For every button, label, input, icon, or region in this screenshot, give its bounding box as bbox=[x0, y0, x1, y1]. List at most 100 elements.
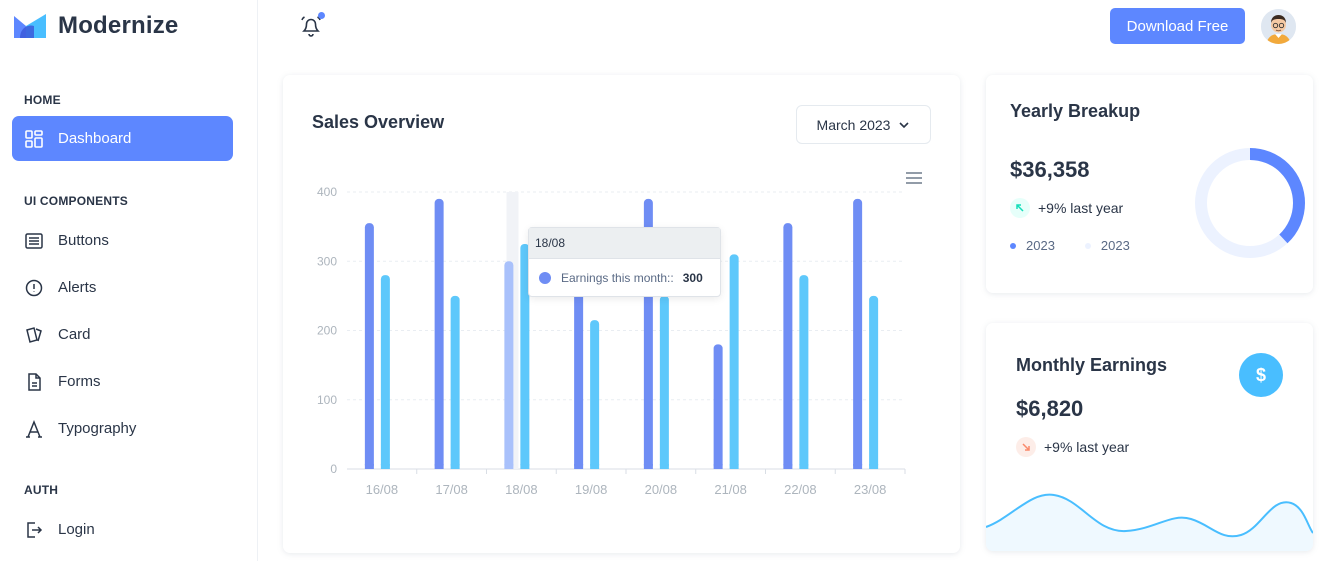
chart-bar-base bbox=[799, 464, 809, 469]
user-avatar-icon bbox=[1261, 9, 1296, 44]
sidebar-item-card[interactable]: Card bbox=[12, 312, 233, 357]
chart-tooltip: 18/08 Earnings this month:: 300 bbox=[528, 227, 721, 297]
tooltip-value: 300 bbox=[682, 271, 703, 285]
monthly-trend: +9% last year bbox=[1016, 437, 1129, 457]
tooltip-date: 18/08 bbox=[529, 228, 720, 259]
monthly-value: $6,820 bbox=[1016, 396, 1084, 421]
tooltip-series-label: Earnings this month:: bbox=[561, 271, 674, 285]
y-tick-label: 200 bbox=[317, 324, 337, 338]
x-tick-label: 23/08 bbox=[854, 482, 887, 497]
sidebar-item-login[interactable]: Login bbox=[12, 507, 233, 552]
chart-bar[interactable] bbox=[364, 223, 374, 469]
chart-bar[interactable] bbox=[590, 320, 600, 469]
yearly-value: $36,358 bbox=[1010, 157, 1090, 182]
chart-bar-base bbox=[450, 464, 460, 469]
chart-bar-base bbox=[659, 464, 669, 469]
chart-bar-base bbox=[729, 464, 739, 469]
monthly-trend-text: +9% last year bbox=[1044, 439, 1130, 455]
sidebar-item-buttons[interactable]: Buttons bbox=[12, 218, 233, 263]
sidebar-item-label: Typography bbox=[58, 420, 137, 437]
brand-logo-icon bbox=[14, 14, 46, 38]
sidebar-item-label: Dashboard bbox=[58, 130, 132, 147]
nav-section-auth: AUTH bbox=[24, 483, 59, 497]
yearly-trend: +9% last year bbox=[1010, 198, 1123, 218]
chart-bar-base bbox=[504, 464, 514, 469]
sidebar-item-label: Card bbox=[58, 326, 91, 343]
chart-bar[interactable] bbox=[659, 295, 669, 469]
sidebar-item-label: Login bbox=[58, 521, 95, 538]
sidebar-item-label: Buttons bbox=[58, 232, 109, 249]
chart-bar[interactable] bbox=[853, 198, 863, 470]
arrow-up-left-icon bbox=[1010, 198, 1030, 218]
chart-bar[interactable] bbox=[799, 275, 809, 469]
chart-bar-base bbox=[574, 464, 584, 469]
alert-circle-icon bbox=[24, 278, 44, 298]
x-tick-label: 17/08 bbox=[435, 482, 468, 497]
legend-dot bbox=[1084, 242, 1091, 249]
login-icon bbox=[24, 520, 44, 540]
y-tick-label: 0 bbox=[330, 462, 337, 476]
legend-dot bbox=[1010, 242, 1016, 249]
brand-name: Modernize bbox=[58, 12, 179, 39]
x-tick-label: 18/08 bbox=[505, 482, 538, 497]
chart-bar-base bbox=[853, 464, 863, 469]
arrow-down-right-icon bbox=[1016, 437, 1036, 457]
chart-bar-base bbox=[713, 464, 723, 469]
sidebar-item-label: Forms bbox=[58, 373, 101, 390]
yearly-donut-chart bbox=[1195, 148, 1305, 258]
brand[interactable]: Modernize bbox=[12, 10, 178, 42]
notification-dot bbox=[318, 12, 325, 19]
chart-bar[interactable] bbox=[434, 198, 444, 470]
chart-bar[interactable] bbox=[713, 344, 723, 469]
tooltip-series-dot bbox=[539, 272, 551, 284]
nav-section-ui-components: UI COMPONENTS bbox=[24, 194, 128, 208]
x-tick-label: 21/08 bbox=[714, 482, 747, 497]
article-icon bbox=[24, 231, 44, 251]
chart-bar-base bbox=[520, 464, 530, 469]
yearly-trend-text: +9% last year bbox=[1038, 200, 1124, 216]
x-tick-label: 16/08 bbox=[366, 482, 399, 497]
y-tick-label: 100 bbox=[317, 393, 337, 407]
sales-overview-card: Sales Overview March 2023 0 100 200 300 400 1… bbox=[283, 75, 960, 553]
chart-bar[interactable] bbox=[783, 223, 793, 469]
yearly-breakup-title: Yearly Breakup bbox=[1010, 101, 1141, 121]
x-tick-label: 19/08 bbox=[575, 482, 608, 497]
cards-icon bbox=[24, 325, 44, 345]
currency-dollar-icon: $ bbox=[1239, 353, 1283, 397]
chart-bar[interactable] bbox=[869, 295, 879, 469]
dashboard-icon bbox=[24, 129, 44, 149]
sidebar-item-label: Alerts bbox=[58, 279, 97, 296]
chart-bar-base bbox=[380, 464, 390, 469]
monthly-earnings-card: Monthly Earnings $ $6,820 +9% last year bbox=[986, 323, 1313, 551]
sales-chart: 0 100 200 300 400 16/08 17/08 18/08 19/08 20/08 21… bbox=[317, 185, 906, 497]
monthly-earnings-title: Monthly Earnings bbox=[1016, 355, 1168, 375]
legend-label: 2023 bbox=[1026, 238, 1055, 253]
x-tick-label: 20/08 bbox=[645, 482, 678, 497]
dollar-symbol: $ bbox=[1255, 364, 1266, 385]
legend-label: 2023 bbox=[1100, 238, 1130, 253]
chart-bar-base bbox=[590, 464, 600, 469]
chart-bar[interactable] bbox=[450, 295, 460, 469]
yearly-legend: 2023 2023 bbox=[1010, 238, 1130, 253]
download-free-button[interactable]: Download Free bbox=[1110, 8, 1245, 44]
chart-bar[interactable] bbox=[380, 275, 390, 469]
sidebar-item-dashboard[interactable]: Dashboard bbox=[12, 116, 233, 161]
y-tick-label: 400 bbox=[317, 185, 337, 199]
typography-icon bbox=[24, 419, 44, 439]
chart-bar-base bbox=[869, 464, 879, 469]
sidebar-item-forms[interactable]: Forms bbox=[12, 359, 233, 404]
sidebar-item-typography[interactable]: Typography bbox=[12, 406, 233, 451]
y-tick-label: 300 bbox=[317, 254, 337, 268]
sidebar: Modernize HOME Dashboard UI COMPONENTS B… bbox=[0, 0, 258, 561]
chart-bar-base bbox=[434, 464, 444, 469]
chart-bar-base bbox=[643, 464, 653, 469]
file-description-icon bbox=[24, 372, 44, 392]
chart-bar[interactable] bbox=[504, 261, 514, 469]
avatar[interactable] bbox=[1261, 9, 1296, 44]
monthly-earnings-sparkline bbox=[986, 493, 1313, 551]
sidebar-item-alerts[interactable]: Alerts bbox=[12, 265, 233, 310]
chart-bar-base bbox=[783, 464, 793, 469]
chart-bar-base bbox=[364, 464, 374, 469]
chart-bar[interactable] bbox=[729, 254, 739, 469]
yearly-breakup-card: Yearly Breakup $36,358 +9% last year 202… bbox=[986, 75, 1313, 293]
